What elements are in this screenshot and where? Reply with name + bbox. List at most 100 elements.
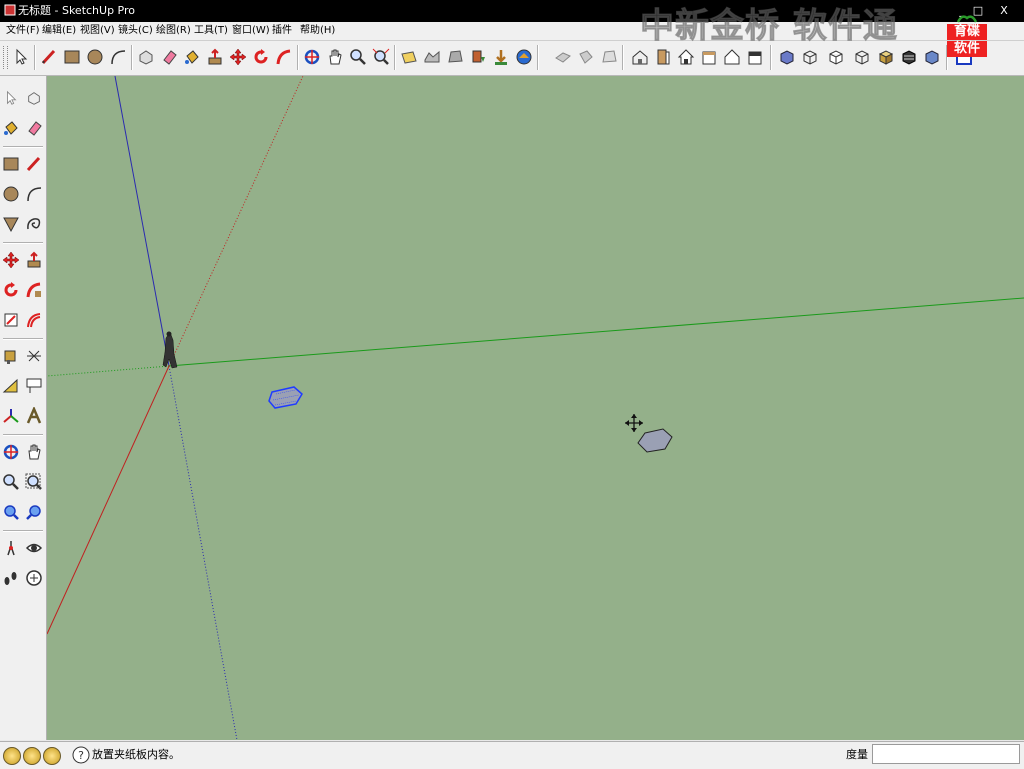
hexagon-shape[interactable] xyxy=(637,428,673,453)
menu-draw[interactable]: 绘图(R) xyxy=(154,24,193,38)
credits-icon[interactable] xyxy=(23,747,41,765)
make-component-icon[interactable] xyxy=(23,86,45,110)
move-icon[interactable] xyxy=(0,248,22,272)
logo-line1: 育碟 xyxy=(947,24,987,40)
look-around-icon[interactable] xyxy=(23,536,45,560)
blue-axis-dotted xyxy=(168,365,238,740)
move-icon[interactable] xyxy=(227,45,249,69)
menu-view[interactable]: 视图(V) xyxy=(78,24,117,38)
logo-line2: 软件 xyxy=(947,41,987,57)
front-view-icon[interactable] xyxy=(675,45,697,69)
make-component-icon[interactable] xyxy=(135,45,157,69)
scene-canvas[interactable] xyxy=(47,76,1024,740)
protractor-icon[interactable] xyxy=(0,374,22,398)
iso-view-icon[interactable] xyxy=(598,45,620,69)
select-icon[interactable] xyxy=(10,45,32,69)
axes-icon[interactable] xyxy=(0,404,22,428)
circle-icon[interactable] xyxy=(84,45,106,69)
previous-view-icon[interactable] xyxy=(552,45,574,69)
freehand-icon[interactable] xyxy=(23,212,45,236)
xray-icon[interactable] xyxy=(776,45,798,69)
add-location-icon[interactable] xyxy=(398,45,420,69)
3d-text-icon[interactable] xyxy=(23,404,45,428)
left-view-icon[interactable] xyxy=(744,45,766,69)
menu-tools[interactable]: 工具(T) xyxy=(192,24,230,38)
eraser-icon[interactable] xyxy=(23,116,45,140)
toolbar-grip[interactable] xyxy=(3,46,8,69)
dimension-icon[interactable] xyxy=(23,344,45,368)
top-view-icon[interactable] xyxy=(652,45,674,69)
arc-icon[interactable] xyxy=(107,45,129,69)
next-view-icon[interactable] xyxy=(575,45,597,69)
rotate-icon[interactable] xyxy=(250,45,272,69)
arc-icon[interactable] xyxy=(23,182,45,206)
zoom-extents-icon[interactable] xyxy=(370,45,392,69)
home-view-icon[interactable] xyxy=(629,45,651,69)
circle-icon[interactable] xyxy=(0,182,22,206)
wireframe-icon[interactable] xyxy=(799,45,821,69)
close-button[interactable]: X xyxy=(994,3,1014,19)
hidden-line-icon[interactable] xyxy=(825,45,847,69)
green-axis-line xyxy=(168,297,1024,367)
menu-window[interactable]: 窗口(W) xyxy=(230,24,272,38)
push-pull-icon[interactable] xyxy=(23,248,45,272)
polygon-icon[interactable] xyxy=(0,212,22,236)
select-icon[interactable] xyxy=(0,86,22,110)
menu-help[interactable]: 帮助(H) xyxy=(298,24,337,38)
menu-camera[interactable]: 镜头(C) xyxy=(116,24,155,38)
menu-plugins[interactable]: 插件 xyxy=(270,24,294,38)
follow-me-icon[interactable] xyxy=(23,278,45,302)
scale-icon[interactable] xyxy=(0,308,22,332)
toggle-terrain-icon[interactable] xyxy=(421,45,443,69)
svg-text:?: ? xyxy=(78,749,84,762)
text-icon[interactable] xyxy=(23,374,45,398)
follow-me-icon[interactable] xyxy=(273,45,295,69)
rectangle-icon[interactable] xyxy=(0,152,22,176)
tape-measure-icon[interactable] xyxy=(0,344,22,368)
user-icon[interactable] xyxy=(43,747,61,765)
zoom-extents-icon[interactable] xyxy=(0,500,22,524)
share-component-icon[interactable] xyxy=(513,45,535,69)
georeference-icon[interactable] xyxy=(3,747,21,765)
offset-icon[interactable] xyxy=(23,308,45,332)
help-icon[interactable]: ? xyxy=(72,746,90,764)
shaded-icon[interactable] xyxy=(851,45,873,69)
previous-icon[interactable] xyxy=(23,500,45,524)
paint-bucket-icon[interactable] xyxy=(181,45,203,69)
menu-file[interactable]: 文件(F) xyxy=(4,24,42,38)
move-cursor-icon xyxy=(625,414,643,432)
get-models-icon[interactable] xyxy=(467,45,489,69)
eraser-icon[interactable] xyxy=(158,45,180,69)
position-camera-icon[interactable] xyxy=(0,536,22,560)
share-model-icon[interactable] xyxy=(490,45,512,69)
zoom-icon[interactable] xyxy=(0,470,22,494)
zoom-window-icon[interactable] xyxy=(23,470,45,494)
paint-bucket-icon[interactable] xyxy=(0,116,22,140)
orbit-icon[interactable] xyxy=(301,45,323,69)
back-view-icon[interactable] xyxy=(721,45,743,69)
shaded-textures-icon[interactable] xyxy=(875,45,897,69)
left-toolbar xyxy=(0,76,47,740)
photo-textures-icon[interactable] xyxy=(444,45,466,69)
pan-icon[interactable] xyxy=(324,45,346,69)
right-view-icon[interactable] xyxy=(698,45,720,69)
menu-edit[interactable]: 编辑(E) xyxy=(40,24,78,38)
section-plane-icon[interactable] xyxy=(23,566,45,590)
brand-logo: 育碟 软件 xyxy=(946,12,988,58)
pan-icon[interactable] xyxy=(23,440,45,464)
pencil-icon[interactable] xyxy=(38,45,60,69)
line-icon[interactable] xyxy=(23,152,45,176)
zoom-icon[interactable] xyxy=(347,45,369,69)
orbit-icon[interactable] xyxy=(0,440,22,464)
walk-icon[interactable] xyxy=(0,566,22,590)
rotate-icon[interactable] xyxy=(0,278,22,302)
push-pull-icon[interactable] xyxy=(204,45,226,69)
rectangle-icon[interactable] xyxy=(61,45,83,69)
measurements-input[interactable] xyxy=(872,744,1020,764)
drawing-viewport[interactable] xyxy=(47,76,1024,740)
red-axis-dotted xyxy=(168,76,304,367)
monochrome-icon[interactable] xyxy=(898,45,920,69)
person-figure[interactable] xyxy=(162,331,178,369)
component-browser-icon[interactable] xyxy=(921,45,943,69)
selected-hexagon[interactable] xyxy=(268,386,303,409)
